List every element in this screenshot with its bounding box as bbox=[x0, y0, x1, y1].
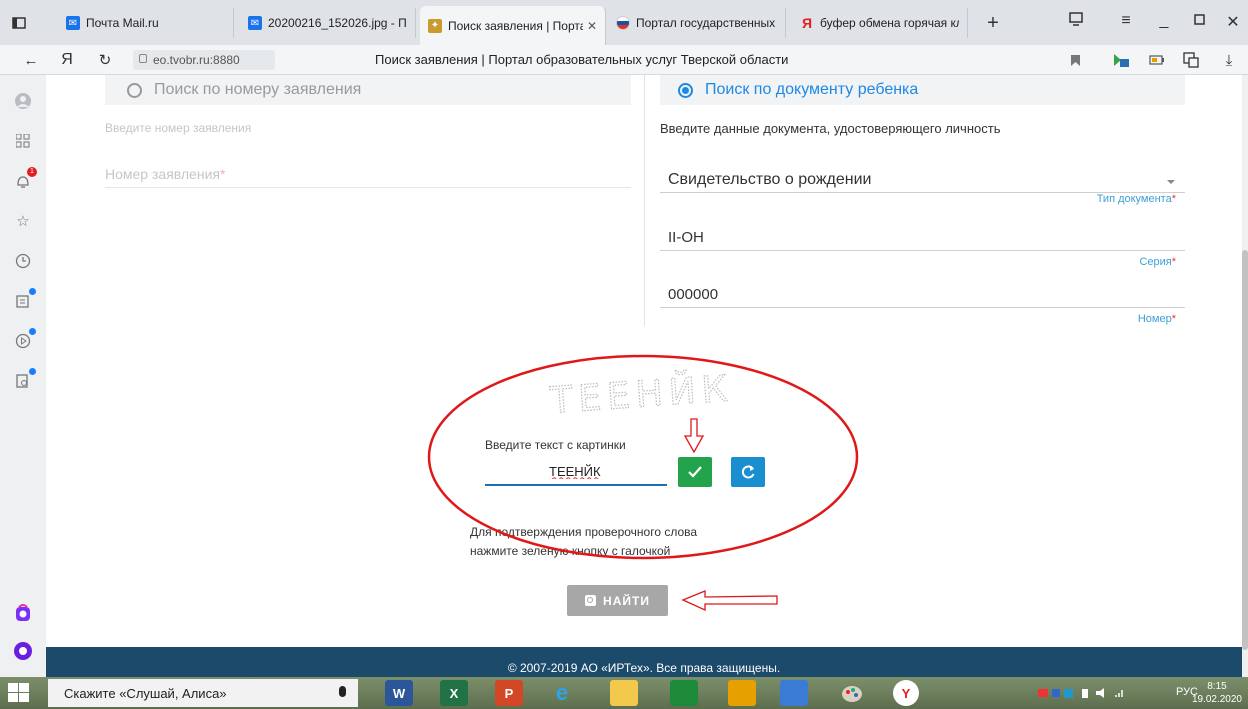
store-app-icon[interactable] bbox=[670, 680, 698, 706]
reload-icon[interactable]: ↻ bbox=[96, 51, 114, 69]
captcha-refresh-button[interactable] bbox=[731, 457, 765, 487]
system-clock[interactable]: 8:15 19.02.2020 bbox=[1192, 680, 1242, 706]
column-divider bbox=[644, 75, 645, 326]
maximize-icon[interactable] bbox=[1189, 12, 1209, 30]
close-tab-icon[interactable]: ✕ bbox=[587, 19, 597, 33]
search-document-icon[interactable] bbox=[13, 368, 36, 391]
tab-yandex-search[interactable]: Я буфер обмена горячая кла bbox=[792, 8, 968, 38]
series-underline bbox=[660, 250, 1185, 251]
translate-icon[interactable] bbox=[1182, 51, 1200, 69]
number-underline bbox=[660, 307, 1185, 308]
downloads-icon[interactable]: ⤓ bbox=[1220, 51, 1238, 69]
check-icon bbox=[688, 466, 702, 478]
document-caption: Введите данные документа, удостоверяющег… bbox=[660, 121, 1001, 136]
mail-envelope-icon: ✉ bbox=[66, 16, 80, 30]
profile-avatar-icon[interactable] bbox=[13, 91, 33, 111]
tab-mail[interactable]: ✉ Почта Mail.ru bbox=[58, 8, 234, 38]
page-footer: © 2007-2019 АО «ИРТех». Все права защище… bbox=[46, 647, 1242, 677]
search-by-document-option[interactable]: Поиск по документу ребенка bbox=[660, 75, 1185, 105]
media-play-icon[interactable] bbox=[13, 328, 36, 351]
search-by-number-option[interactable]: Поиск по номеру заявления bbox=[105, 75, 631, 105]
file-explorer-icon[interactable] bbox=[610, 680, 638, 706]
calculator-app-icon[interactable] bbox=[780, 680, 808, 706]
radio-checked[interactable] bbox=[678, 82, 693, 98]
series-hint: Серия* bbox=[1139, 256, 1176, 268]
browser-tab-bar: ✉ Почта Mail.ru ✉ 20200216_152026.jpg - … bbox=[0, 0, 1248, 45]
radio-unchecked[interactable] bbox=[127, 82, 142, 98]
notification-badge: 1 bbox=[27, 167, 37, 177]
minimize-icon[interactable]: _ bbox=[1154, 12, 1174, 30]
number-hint: Номер* bbox=[1137, 313, 1176, 325]
back-arrow-icon[interactable]: ← bbox=[22, 51, 40, 69]
captcha-confirm-button[interactable] bbox=[678, 457, 712, 487]
word-app-icon[interactable]: W bbox=[385, 680, 413, 706]
system-tray-icons[interactable] bbox=[1030, 687, 1140, 699]
new-tab-button[interactable]: + bbox=[982, 12, 1004, 34]
zen-news-icon[interactable] bbox=[13, 288, 36, 311]
captcha-text: ТЕЕНЙК bbox=[548, 367, 735, 420]
document-type-select[interactable]: Свидетельство о рождении bbox=[668, 171, 871, 189]
apps-grid-icon[interactable] bbox=[13, 131, 33, 151]
page-scrollbar-thumb[interactable] bbox=[1242, 250, 1248, 650]
dropdown-caret-icon[interactable] bbox=[1167, 180, 1175, 184]
captcha-prompt: Введите текст с картинки bbox=[485, 438, 626, 452]
page-title: Поиск заявления | Портал образовательных… bbox=[375, 52, 789, 67]
battery-saver-icon[interactable] bbox=[1148, 51, 1166, 69]
captcha-image: ТЕЕНЙК bbox=[547, 367, 735, 420]
browser-sidebar: 1 ☆ bbox=[0, 75, 46, 677]
bookmark-icon[interactable] bbox=[1066, 51, 1084, 69]
search-icon bbox=[585, 595, 597, 606]
alice-search-box[interactable]: Скажите «Слушай, Алиса» bbox=[48, 679, 358, 707]
url-field[interactable]: eo.tvobr.ru:8880 bbox=[133, 50, 275, 70]
notifications-bell-icon[interactable]: 1 bbox=[13, 167, 37, 191]
address-bar: ← Я ↻ eo.tvobr.ru:8880 Поиск заявления |… bbox=[0, 45, 1248, 75]
windows-taskbar: Скажите «Слушай, Алиса» W X P e Y РУС 8:… bbox=[0, 677, 1248, 709]
series-input[interactable]: II-ОН bbox=[668, 229, 704, 246]
excel-app-icon[interactable]: X bbox=[440, 680, 468, 706]
copyright-text: © 2007-2019 АО «ИРТех». Все права защище… bbox=[507, 661, 781, 675]
paint-app-icon[interactable] bbox=[838, 680, 866, 706]
number-input[interactable]: 000000 bbox=[668, 286, 718, 303]
yandex-browser-icon[interactable]: Y bbox=[893, 680, 919, 706]
powerpoint-app-icon[interactable]: P bbox=[495, 680, 523, 706]
captcha-confirm-hint: Для подтверждения проверочного слова наж… bbox=[470, 525, 698, 558]
tabs-panel-icon[interactable] bbox=[8, 12, 30, 34]
tab-search-application[interactable]: ✦ Поиск заявления | Портал ✕ bbox=[420, 6, 606, 45]
refresh-icon bbox=[741, 465, 755, 479]
menu-icon[interactable]: ≡ bbox=[1116, 12, 1136, 30]
coat-of-arms-icon: ✦ bbox=[428, 18, 442, 33]
windows-start-icon[interactable] bbox=[8, 683, 30, 703]
russia-flag-icon bbox=[616, 16, 630, 30]
find-button[interactable]: НАЙТИ bbox=[567, 585, 668, 616]
favorites-star-icon[interactable]: ☆ bbox=[13, 211, 33, 231]
tab-mail-photo[interactable]: ✉ 20200216_152026.jpg - Почта Mail.ru bbox=[240, 8, 416, 38]
yandex-home-icon[interactable]: Я bbox=[58, 51, 76, 69]
application-number-caption: Введите номер заявления bbox=[105, 121, 252, 135]
yandex-logo-icon: Я bbox=[801, 15, 813, 31]
mail-envelope-icon: ✉ bbox=[248, 16, 262, 30]
archive-app-icon[interactable] bbox=[728, 680, 756, 706]
alice-messenger-icon[interactable] bbox=[13, 603, 33, 623]
lock-icon bbox=[139, 54, 147, 63]
microphone-icon[interactable] bbox=[339, 686, 346, 697]
history-clock-icon[interactable] bbox=[13, 251, 33, 271]
extension-download-icon[interactable] bbox=[1112, 51, 1130, 69]
captcha-input[interactable] bbox=[485, 458, 667, 486]
alice-assistant-icon[interactable] bbox=[13, 641, 33, 661]
application-number-underline bbox=[105, 187, 631, 188]
tab-gosuslugi[interactable]: Портал государственных услуг bbox=[608, 8, 786, 38]
internet-explorer-icon[interactable]: e bbox=[548, 680, 576, 706]
close-window-icon[interactable]: ✕ bbox=[1223, 12, 1243, 32]
document-type-hint: Тип документа* bbox=[1096, 193, 1176, 205]
collections-icon[interactable] bbox=[1066, 12, 1086, 31]
application-number-input[interactable]: Номер заявления* bbox=[105, 166, 225, 182]
